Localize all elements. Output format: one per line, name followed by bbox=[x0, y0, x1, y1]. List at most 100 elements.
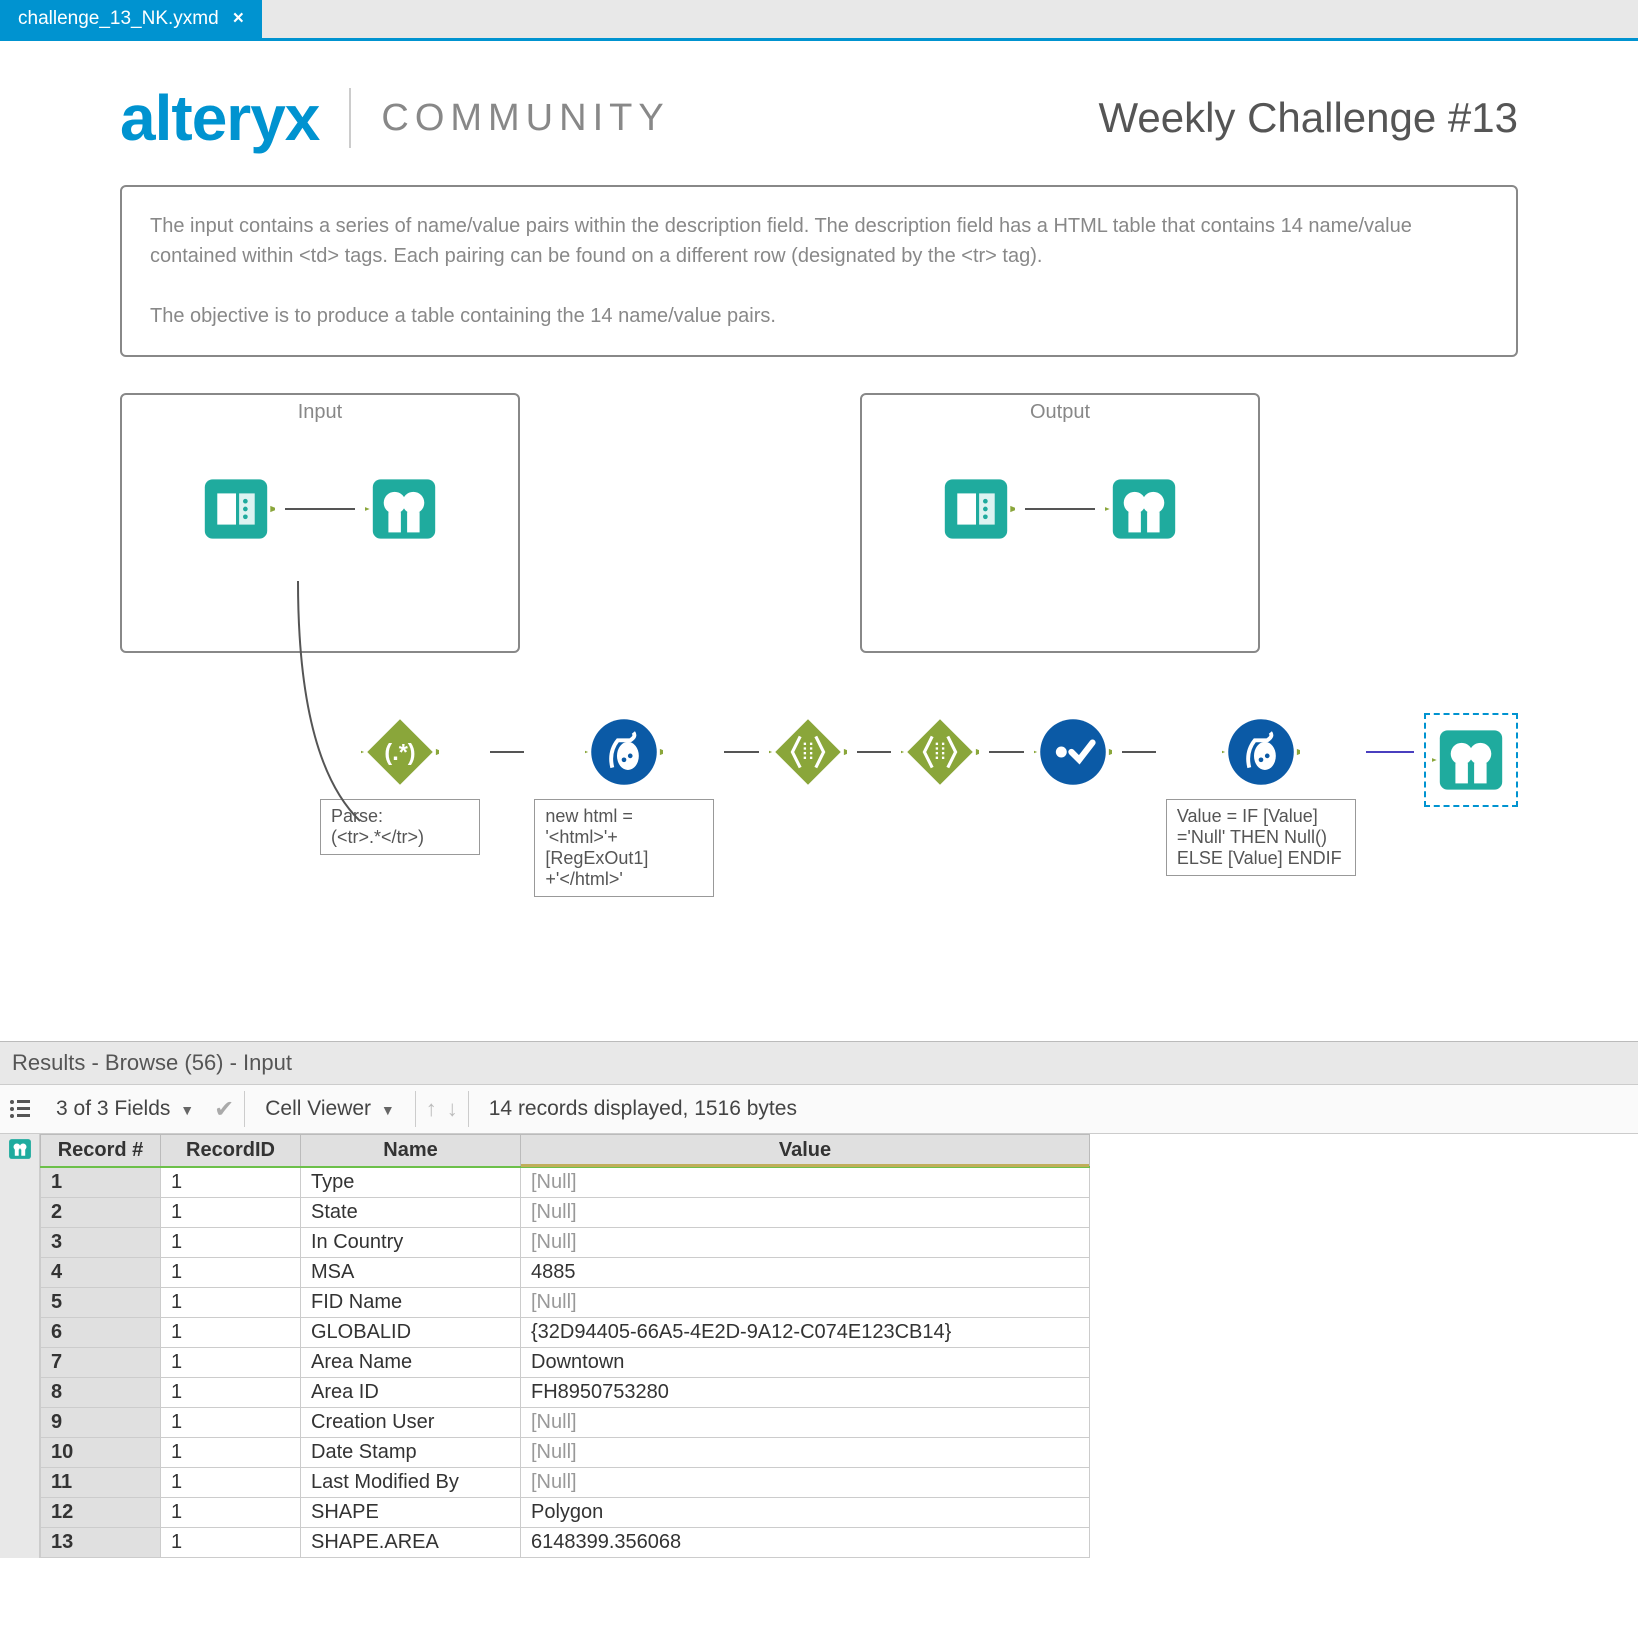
cell-name[interactable]: State bbox=[301, 1198, 521, 1228]
text-input-tool[interactable] bbox=[197, 470, 275, 548]
cell-value[interactable]: Polygon bbox=[521, 1498, 1090, 1528]
table-row[interactable]: 101Date Stamp[Null] bbox=[41, 1438, 1090, 1468]
cell-name[interactable]: Date Stamp bbox=[301, 1438, 521, 1468]
cell-value[interactable]: {32D94405-66A5-4E2D-9A12-C074E123CB14} bbox=[521, 1318, 1090, 1348]
table-row[interactable]: 121SHAPEPolygon bbox=[41, 1498, 1090, 1528]
tab-label: challenge_13_NK.yxmd bbox=[18, 8, 219, 30]
cell-recordid[interactable]: 1 bbox=[161, 1167, 301, 1198]
cell-name[interactable]: SHAPE bbox=[301, 1498, 521, 1528]
text-input-tool-output[interactable] bbox=[937, 470, 1015, 548]
results-toolbar: 3 of 3 Fields ▼ ✔ Cell Viewer ▼ ↑ ↓ 14 r… bbox=[0, 1085, 1638, 1134]
row-number: 5 bbox=[41, 1288, 161, 1318]
cell-viewer-dropdown[interactable]: Cell Viewer ▼ bbox=[255, 1093, 405, 1125]
cell-name[interactable]: Area Name bbox=[301, 1348, 521, 1378]
list-view-icon[interactable] bbox=[4, 1093, 36, 1125]
cell-value[interactable]: [Null] bbox=[521, 1438, 1090, 1468]
col-value[interactable]: Value bbox=[521, 1135, 1090, 1168]
table-row[interactable]: 91Creation User[Null] bbox=[41, 1408, 1090, 1438]
separator bbox=[244, 1091, 245, 1127]
workflow-tab[interactable]: challenge_13_NK.yxmd × bbox=[0, 0, 262, 38]
table-row[interactable]: 31In Country[Null] bbox=[41, 1228, 1090, 1258]
svg-text:(.*): (.*) bbox=[384, 739, 415, 765]
cell-recordid[interactable]: 1 bbox=[161, 1228, 301, 1258]
cell-recordid[interactable]: 1 bbox=[161, 1288, 301, 1318]
cell-name[interactable]: GLOBALID bbox=[301, 1318, 521, 1348]
table-row[interactable]: 111Last Modified By[Null] bbox=[41, 1468, 1090, 1498]
cell-value[interactable]: Downtown bbox=[521, 1348, 1090, 1378]
table-row[interactable]: 131SHAPE.AREA6148399.356068 bbox=[41, 1528, 1090, 1558]
col-name[interactable]: Name bbox=[301, 1135, 521, 1168]
cell-value[interactable]: [Null] bbox=[521, 1288, 1090, 1318]
cell-recordid[interactable]: 1 bbox=[161, 1378, 301, 1408]
cell-value[interactable]: FH8950753280 bbox=[521, 1378, 1090, 1408]
cell-value[interactable]: 4885 bbox=[521, 1258, 1090, 1288]
table-row[interactable]: 41MSA4885 bbox=[41, 1258, 1090, 1288]
browse-icon[interactable] bbox=[7, 1136, 33, 1162]
arrow-up-icon[interactable]: ↑ bbox=[426, 1096, 437, 1122]
cell-value[interactable]: [Null] bbox=[521, 1228, 1090, 1258]
regex-annotation: Parse: (<tr>.*</tr>) bbox=[320, 799, 480, 855]
cell-name[interactable]: SHAPE.AREA bbox=[301, 1528, 521, 1558]
formula-tool-2[interactable] bbox=[1222, 713, 1300, 791]
cell-recordid[interactable]: 1 bbox=[161, 1468, 301, 1498]
browse-tool-final[interactable] bbox=[1432, 721, 1510, 799]
cell-name[interactable]: Area ID bbox=[301, 1378, 521, 1408]
input-container[interactable]: Input bbox=[120, 393, 520, 653]
cell-name[interactable]: Creation User bbox=[301, 1408, 521, 1438]
row-number: 3 bbox=[41, 1228, 161, 1258]
text-to-columns-tool-2[interactable] bbox=[901, 713, 979, 791]
table-row[interactable]: 51FID Name[Null] bbox=[41, 1288, 1090, 1318]
browse-tool-input[interactable] bbox=[365, 470, 443, 548]
cell-name[interactable]: Last Modified By bbox=[301, 1468, 521, 1498]
row-number: 6 bbox=[41, 1318, 161, 1348]
results-grid[interactable]: Record # RecordID Name Value 11Type[Null… bbox=[40, 1134, 1090, 1558]
chevron-down-icon: ▼ bbox=[381, 1102, 395, 1118]
checkmark-icon[interactable]: ✔ bbox=[214, 1095, 234, 1124]
row-number: 7 bbox=[41, 1348, 161, 1378]
cell-recordid[interactable]: 1 bbox=[161, 1408, 301, 1438]
connector bbox=[724, 713, 758, 791]
cell-name[interactable]: FID Name bbox=[301, 1288, 521, 1318]
fields-dropdown[interactable]: 3 of 3 Fields ▼ bbox=[46, 1093, 204, 1125]
workflow-canvas[interactable]: alteryx COMMUNITY Weekly Challenge #13 T… bbox=[0, 41, 1638, 1041]
output-container[interactable]: Output bbox=[860, 393, 1260, 653]
connector bbox=[989, 713, 1023, 791]
table-row[interactable]: 71Area NameDowntown bbox=[41, 1348, 1090, 1378]
select-tool[interactable] bbox=[1034, 713, 1112, 791]
cell-recordid[interactable]: 1 bbox=[161, 1198, 301, 1228]
row-number: 4 bbox=[41, 1258, 161, 1288]
fields-summary-label: 3 of 3 Fields bbox=[56, 1097, 170, 1120]
divider bbox=[349, 88, 351, 148]
row-number: 12 bbox=[41, 1498, 161, 1528]
cell-recordid[interactable]: 1 bbox=[161, 1258, 301, 1288]
regex-tool[interactable]: (.*) bbox=[361, 713, 439, 791]
cell-value[interactable]: [Null] bbox=[521, 1468, 1090, 1498]
connector bbox=[857, 713, 891, 791]
cell-recordid[interactable]: 1 bbox=[161, 1348, 301, 1378]
cell-recordid[interactable]: 1 bbox=[161, 1318, 301, 1348]
cell-recordid[interactable]: 1 bbox=[161, 1438, 301, 1468]
table-row[interactable]: 21State[Null] bbox=[41, 1198, 1090, 1228]
page-title: Weekly Challenge #13 bbox=[1099, 94, 1519, 142]
close-icon[interactable]: × bbox=[233, 8, 244, 30]
browse-tool-output[interactable] bbox=[1105, 470, 1183, 548]
table-row[interactable]: 61GLOBALID{32D94405-66A5-4E2D-9A12-C074E… bbox=[41, 1318, 1090, 1348]
cell-value[interactable]: [Null] bbox=[521, 1167, 1090, 1198]
table-row[interactable]: 81Area IDFH8950753280 bbox=[41, 1378, 1090, 1408]
cell-value[interactable]: 6148399.356068 bbox=[521, 1528, 1090, 1558]
cell-name[interactable]: Type bbox=[301, 1167, 521, 1198]
cell-name[interactable]: MSA bbox=[301, 1258, 521, 1288]
cell-value[interactable]: [Null] bbox=[521, 1198, 1090, 1228]
record-status: 14 records displayed, 1516 bytes bbox=[479, 1093, 807, 1125]
formula-tool-1[interactable] bbox=[585, 713, 663, 791]
table-row[interactable]: 11Type[Null] bbox=[41, 1167, 1090, 1198]
text-to-columns-tool-1[interactable] bbox=[769, 713, 847, 791]
cell-recordid[interactable]: 1 bbox=[161, 1498, 301, 1528]
cell-recordid[interactable]: 1 bbox=[161, 1528, 301, 1558]
col-recordid[interactable]: RecordID bbox=[161, 1135, 301, 1168]
col-record-num[interactable]: Record # bbox=[41, 1135, 161, 1168]
formula-1-annotation: new html = '<html>'+ [RegExOut1] +'</htm… bbox=[534, 799, 714, 897]
cell-name[interactable]: In Country bbox=[301, 1228, 521, 1258]
arrow-down-icon[interactable]: ↓ bbox=[447, 1096, 458, 1122]
cell-value[interactable]: [Null] bbox=[521, 1408, 1090, 1438]
